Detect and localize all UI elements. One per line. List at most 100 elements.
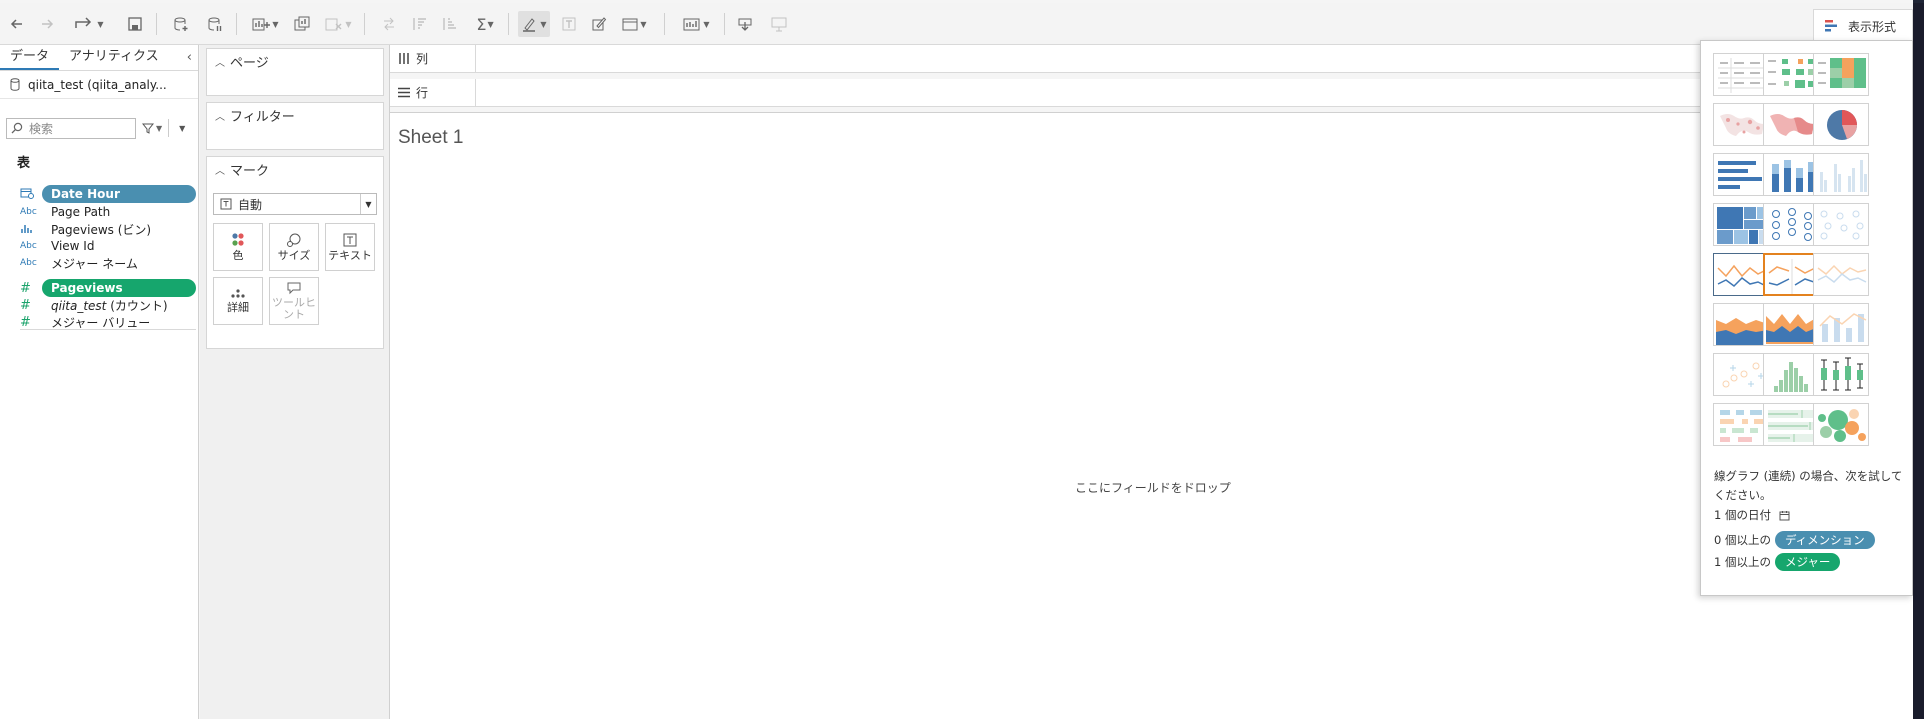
dimension-pill: ディメンション	[1774, 531, 1875, 549]
fit-icon[interactable]: ▼	[618, 11, 650, 37]
mark-type-select[interactable]: 自動 ▼	[213, 193, 377, 215]
chart-pie-chart[interactable]	[1813, 103, 1869, 146]
duplicate-icon[interactable]	[290, 11, 314, 37]
gantt-chart-icon	[1720, 410, 1764, 442]
cards-column: ︿ ページ ︿ フィルター ︿ マーク 自動 ▼ 色 サイズ テキスト 詳細 ツ…	[200, 45, 390, 719]
marks-card-header[interactable]: ︿ マーク	[207, 157, 383, 181]
chart-horizontal-bars[interactable]	[1713, 153, 1769, 196]
sort-desc-icon[interactable]	[438, 11, 460, 37]
chart-box-whisker[interactable]	[1813, 353, 1869, 396]
forward-icon[interactable]	[36, 11, 58, 37]
show-me-button[interactable]: 表示形式	[1813, 9, 1913, 43]
chart-filled-map[interactable]	[1763, 103, 1819, 146]
toolbar-separator	[724, 13, 725, 35]
number-type-icon: #	[20, 297, 31, 313]
search-icon	[11, 122, 23, 134]
datasource-item[interactable]: qiita_test (qiita_analy...	[0, 71, 198, 99]
new-worksheet-icon[interactable]: ▼	[250, 11, 280, 37]
highlight-icon[interactable]: ▼	[518, 11, 550, 37]
columns-label: 列	[416, 52, 429, 66]
chart-bullet-graph[interactable]	[1763, 403, 1819, 446]
chart-dual-combination[interactable]	[1813, 303, 1869, 346]
text-mark-icon	[220, 198, 232, 210]
tab-data[interactable]: データ	[0, 44, 60, 70]
color-dots-icon	[232, 233, 244, 246]
label-icon[interactable]	[558, 11, 580, 37]
size-button[interactable]: サイズ	[269, 223, 319, 271]
chart-packed-bubbles[interactable]	[1813, 403, 1869, 446]
chart-area-discrete[interactable]	[1763, 303, 1819, 346]
chart-stacked-bars[interactable]	[1763, 153, 1819, 196]
sheet-title[interactable]: Sheet 1	[398, 127, 464, 149]
requirement-measure: 1 個以上の メジャー	[1714, 553, 1841, 571]
database-icon	[10, 78, 20, 91]
chart-line-continuous[interactable]	[1713, 253, 1769, 296]
annotate-icon[interactable]	[588, 11, 610, 37]
toolbar-separator	[508, 13, 509, 35]
search-placeholder: 検索	[29, 121, 54, 136]
scatter-plot-icon	[1722, 362, 1764, 388]
requirement-dimension: 0 個以上の ディメンション	[1714, 531, 1875, 549]
chart-text-table[interactable]	[1713, 53, 1769, 96]
text-button-label: テキスト	[328, 249, 372, 262]
filters-card-header[interactable]: ︿ フィルター	[207, 103, 383, 127]
line-continuous-icon	[1717, 264, 1767, 287]
mark-type-value: 自動	[238, 197, 263, 212]
view-canvas[interactable]: Sheet 1 ここにフィールドをドロップ	[390, 112, 1913, 719]
chart-side-by-side-bars[interactable]	[1813, 153, 1869, 196]
packed-bubbles-icon	[1818, 409, 1866, 442]
filters-card[interactable]: ︿ フィルター	[206, 102, 384, 150]
chart-circle-views[interactable]	[1763, 203, 1819, 246]
pages-card[interactable]: ︿ ページ	[206, 48, 384, 96]
chart-scatter-plot[interactable]	[1713, 353, 1769, 396]
chart-side-by-side-circles[interactable]	[1813, 203, 1869, 246]
chart-heat-map[interactable]	[1763, 53, 1819, 96]
filter-fields-button[interactable]: ▼	[142, 122, 162, 134]
filters-card-title: フィルター	[230, 109, 295, 125]
chart-treemap[interactable]	[1713, 203, 1769, 246]
collapse-pane-icon[interactable]: ‹	[187, 50, 192, 65]
field-measure-names[interactable]: Abc メジャー ネーム	[20, 253, 196, 273]
text-button[interactable]: テキスト	[325, 223, 375, 271]
rows-shelf[interactable]: 行	[390, 79, 1913, 107]
string-type-icon: Abc	[20, 241, 37, 251]
columns-icon	[399, 53, 409, 64]
pages-card-header[interactable]: ︿ ページ	[207, 49, 383, 73]
heat-map-icon	[1768, 59, 1814, 88]
field-date-hour[interactable]: Date Hour	[20, 184, 196, 204]
new-datasource-icon[interactable]	[170, 11, 192, 37]
swap-icon[interactable]	[378, 11, 400, 37]
aggregate-icon[interactable]: Σ ▼	[470, 11, 500, 37]
chart-histogram[interactable]	[1763, 353, 1819, 396]
tab-analytics[interactable]: アナリティクス	[59, 44, 169, 70]
sort-asc-icon[interactable]	[408, 11, 430, 37]
presentation-icon[interactable]	[768, 11, 790, 37]
show-cards-icon[interactable]: ▼	[678, 11, 714, 37]
chart-line-discrete[interactable]	[1763, 253, 1819, 296]
search-input[interactable]: 検索	[6, 117, 136, 139]
pane-menu-button[interactable]: ▼	[175, 124, 185, 133]
pause-icon[interactable]	[204, 11, 226, 37]
chart-highlight-table[interactable]	[1813, 53, 1869, 96]
clear-icon[interactable]: ▼	[322, 11, 354, 37]
download-icon[interactable]	[734, 11, 756, 37]
requirement-dimension-text: 0 個以上の	[1714, 533, 1771, 547]
chart-symbol-map[interactable]	[1713, 103, 1769, 146]
tooltip-button[interactable]: ツールヒント	[269, 277, 319, 325]
field-measure-values[interactable]: # メジャー バリュー	[20, 312, 196, 332]
color-button[interactable]: 色	[213, 223, 263, 271]
tooltip-icon	[287, 282, 301, 295]
chart-gantt-chart[interactable]	[1713, 403, 1769, 446]
show-me-icon	[1825, 20, 1837, 32]
area-discrete-icon	[1766, 314, 1816, 344]
redo-icon[interactable]: ▼	[66, 11, 110, 37]
chart-area-continuous[interactable]	[1713, 303, 1769, 346]
save-icon[interactable]	[124, 11, 146, 37]
columns-shelf[interactable]: 列	[390, 45, 1913, 73]
drop-field-hint: ここにフィールドをドロップ	[1075, 481, 1231, 495]
chart-dual-lines[interactable]	[1813, 253, 1869, 296]
text-icon	[343, 233, 357, 247]
detail-button[interactable]: 詳細	[213, 277, 263, 325]
back-icon[interactable]	[6, 11, 28, 37]
stacked-bars-icon	[1772, 160, 1815, 192]
